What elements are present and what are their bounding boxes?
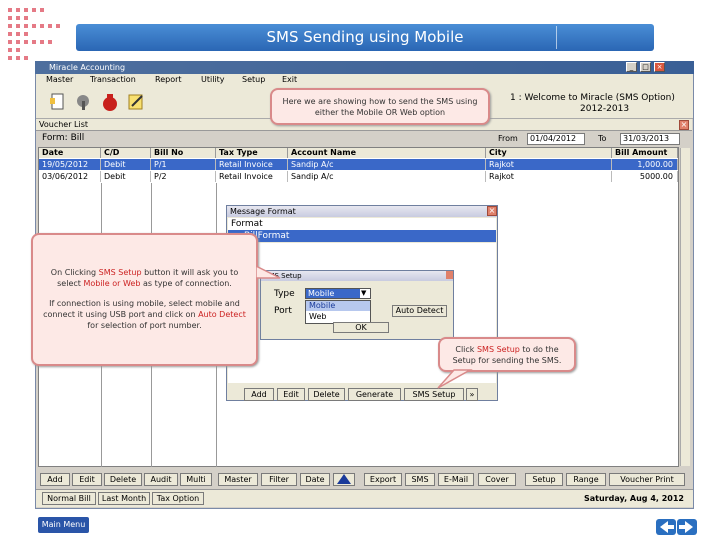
ok-button[interactable]: OK bbox=[333, 322, 389, 333]
message-format-title: Message Format bbox=[227, 206, 497, 217]
from-date-field[interactable]: 01/04/2012 bbox=[527, 133, 585, 145]
setup-button[interactable]: Setup bbox=[525, 473, 563, 486]
to-date-field[interactable]: 31/03/2013 bbox=[620, 133, 680, 145]
table-cell: 5000.00 bbox=[612, 171, 678, 182]
table-cell: Debit bbox=[101, 159, 151, 170]
menu-master[interactable]: Master bbox=[46, 75, 73, 84]
menu-report[interactable]: Report bbox=[155, 75, 182, 84]
decorative-dot-grid bbox=[8, 8, 68, 68]
sms-button[interactable]: SMS bbox=[405, 473, 435, 486]
range-button[interactable]: Range bbox=[566, 473, 606, 486]
col-header-cd[interactable]: C/D bbox=[101, 148, 151, 158]
format-generate-button[interactable]: Generate bbox=[348, 388, 401, 401]
export-button[interactable]: Export bbox=[364, 473, 402, 486]
app-title-bar: Miracle Accounting bbox=[35, 61, 694, 74]
col-header-city[interactable]: City bbox=[486, 148, 612, 158]
main-menu-button[interactable]: Main Menu bbox=[38, 517, 89, 533]
new-document-icon[interactable] bbox=[48, 92, 68, 112]
date-button[interactable]: Date bbox=[300, 473, 330, 486]
email-button[interactable]: E-Mail bbox=[438, 473, 474, 486]
callout-top: Here we are showing how to send the SMS … bbox=[270, 88, 490, 125]
option-web[interactable]: Web bbox=[306, 312, 370, 322]
chevron-down-icon[interactable]: ▼ bbox=[361, 289, 366, 297]
status-date: Saturday, Aug 4, 2012 bbox=[584, 494, 684, 503]
slide-title-banner: SMS Sending using Mobile bbox=[76, 24, 654, 51]
table-cell: P/1 bbox=[151, 159, 216, 170]
close-button[interactable]: × bbox=[654, 62, 665, 72]
menu-setup[interactable]: Setup bbox=[242, 75, 265, 84]
table-cell: Retail Invoice bbox=[216, 159, 288, 170]
normal-bill-button[interactable]: Normal Bill bbox=[42, 492, 96, 505]
last-month-button[interactable]: Last Month bbox=[98, 492, 150, 505]
table-cell: P/2 bbox=[151, 171, 216, 182]
table-cell: 1,000.00 bbox=[612, 159, 678, 170]
vertical-scrollbar[interactable] bbox=[680, 148, 690, 466]
table-cell: Sandip A/c bbox=[288, 171, 486, 182]
type-label: Type bbox=[274, 289, 295, 299]
table-cell: Retail Invoice bbox=[216, 171, 288, 182]
voucher-print-button[interactable]: Voucher Print bbox=[609, 473, 685, 486]
menu-transaction[interactable]: Transaction bbox=[90, 75, 136, 84]
callout-left-paragraph-1: On Clicking SMS Setup button it will ask… bbox=[50, 268, 239, 288]
option-mobile[interactable]: Mobile bbox=[306, 301, 370, 311]
master-button[interactable]: Master bbox=[218, 473, 258, 486]
auto-detect-button[interactable]: Auto Detect bbox=[392, 305, 447, 317]
table-cell: Sandip A/c bbox=[288, 159, 486, 170]
table-cell: 19/05/2012 bbox=[39, 159, 101, 170]
add-button[interactable]: Add bbox=[40, 473, 70, 486]
next-arrow-icon[interactable] bbox=[677, 519, 697, 535]
money-bag-icon[interactable] bbox=[100, 92, 120, 112]
list-item-bill-format[interactable]: BillFormat bbox=[228, 230, 496, 242]
table-cell: Debit bbox=[101, 171, 151, 182]
cover-button[interactable]: Cover bbox=[478, 473, 516, 486]
financial-year: 2012-2013 bbox=[580, 104, 630, 114]
table-cell: 03/06/2012 bbox=[39, 171, 101, 182]
previous-arrow-icon[interactable] bbox=[656, 519, 676, 535]
form-label: Form: Bill bbox=[42, 133, 85, 143]
col-header-bill-amount[interactable]: Bill Amount bbox=[612, 148, 678, 158]
banner-divider bbox=[556, 26, 557, 49]
format-header: Format bbox=[228, 218, 496, 230]
welcome-text: 1 : Welcome to Miracle (SMS Option) bbox=[510, 93, 675, 103]
to-label: To bbox=[598, 134, 607, 143]
callout-left-paragraph-2: If connection is using mobile, select mo… bbox=[43, 299, 246, 330]
callout-right: Click SMS Setup to do the Setup for send… bbox=[438, 337, 576, 372]
navigate-icon[interactable] bbox=[333, 473, 355, 486]
edit-button[interactable]: Edit bbox=[72, 473, 102, 486]
tax-option-button[interactable]: Tax Option bbox=[152, 492, 204, 505]
minimize-button[interactable]: _ bbox=[626, 62, 637, 72]
callout-right-pointer bbox=[437, 369, 473, 389]
multi-button[interactable]: Multi bbox=[180, 473, 212, 486]
edit-note-icon[interactable] bbox=[126, 92, 146, 112]
sms-setup-title: SMS Setup bbox=[261, 271, 453, 281]
callout-top-text: Here we are showing how to send the SMS … bbox=[282, 97, 478, 117]
menu-utility[interactable]: Utility bbox=[201, 75, 225, 84]
sms-setup-close-icon[interactable] bbox=[446, 271, 453, 279]
callout-left-pointer bbox=[256, 265, 281, 279]
filter-button[interactable]: Filter bbox=[261, 473, 297, 486]
col-header-account-name[interactable]: Account Name bbox=[288, 148, 486, 158]
col-header-date[interactable]: Date bbox=[39, 148, 101, 158]
delete-button[interactable]: Delete bbox=[104, 473, 142, 486]
format-add-button[interactable]: Add bbox=[244, 388, 274, 401]
callout-left: On Clicking SMS Setup button it will ask… bbox=[31, 233, 258, 366]
table-cell: Rajkot bbox=[486, 171, 612, 182]
message-format-close-icon[interactable]: × bbox=[487, 206, 497, 216]
format-edit-button[interactable]: Edit bbox=[277, 388, 305, 401]
maximize-button[interactable]: □ bbox=[640, 62, 651, 72]
col-header-bill-no[interactable]: Bill No bbox=[151, 148, 216, 158]
table-cell: Rajkot bbox=[486, 159, 612, 170]
port-field[interactable] bbox=[375, 306, 387, 317]
type-select-value: Mobile bbox=[306, 289, 360, 298]
voucher-list-close-icon[interactable]: × bbox=[679, 120, 689, 130]
menu-exit[interactable]: Exit bbox=[282, 75, 297, 84]
col-header-tax-type[interactable]: Tax Type bbox=[216, 148, 288, 158]
from-label: From bbox=[498, 134, 518, 143]
format-delete-button[interactable]: Delete bbox=[308, 388, 345, 401]
audit-button[interactable]: Audit bbox=[144, 473, 178, 486]
tools-icon[interactable] bbox=[74, 92, 94, 112]
port-label: Port bbox=[274, 306, 292, 316]
